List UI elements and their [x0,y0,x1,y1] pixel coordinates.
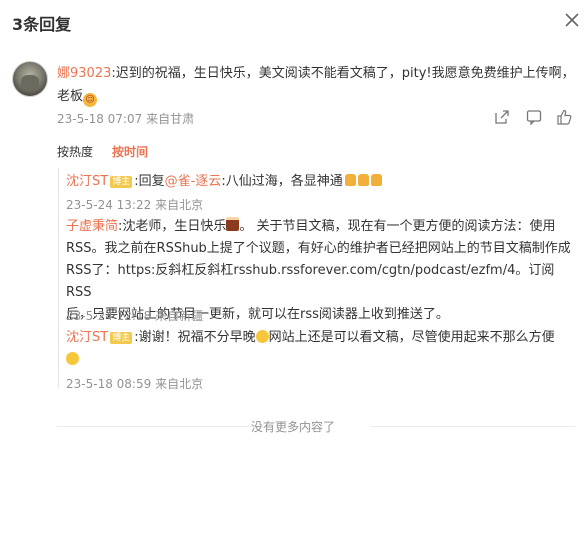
comment-icon[interactable] [526,109,542,125]
reply-1-meta: 23-5-24 13:22 来自北京 [66,196,203,213]
cake-icon [226,217,240,231]
smile-icon [255,330,269,343]
dialog-title: 3条回复 [12,15,72,34]
reply-2-text-1: :沈老师，生日快乐 [118,219,227,234]
reply-1-text: :八仙过海，各显神通 [221,174,343,189]
reply-3-time: 23-5-18 08:59 [66,377,152,391]
reply-2-username[interactable]: 子虚秉简 [66,219,118,234]
reply-2-text-2: 。 关于节目文稿，现在有一个更方便的阅读方法：使用 [239,219,556,234]
like-icon[interactable] [556,109,572,125]
reply-3: 沈汀ST 博主:谢谢！祝福不分早晚 网站上还是可以看文稿，尽管使用起来不那么方便 [66,327,571,371]
reply-1-location: 来自北京 [155,198,204,212]
reply-2-line-3: RSS了：https:反斜杠反斜杠rsshub.rssforever.com/c… [66,263,555,300]
reply-2-location: 来自新疆 [155,309,204,323]
reply-1-username[interactable]: 沈汀ST [66,174,108,189]
reply-3-meta: 23-5-18 08:59 来自北京 [66,375,203,392]
comment-location: 来自甘肃 [146,112,195,126]
reply-2-time: 23-5-24 12:18 [66,309,152,323]
reply-3-text-1: :谢谢！祝福不分早晚 [134,330,256,345]
sort-by-hot-tab[interactable]: 按热度 [57,143,93,160]
comment-time: 23-5-18 07:07 [57,112,143,126]
reply-1-prefix: :回复 [134,174,165,189]
emoji-icon: ☺ [83,93,98,107]
comment-body: 娜93023:迟到的祝福，生日快乐，美文阅读不能看文稿了，pity!我愿意免费维… [57,62,577,108]
reply-1-mention[interactable]: @雀-逐云 [165,174,222,189]
comment-meta: 23-5-18 07:07 来自甘肃 [57,110,194,127]
blogger-badge: 博主 [110,332,133,344]
thumbs-up-icon [357,174,369,186]
comment-username[interactable]: 娜93023 [57,66,111,81]
reply-1: 沈汀ST 博主:回复@雀-逐云:八仙过海，各显神通 [66,171,571,193]
reply-1-time: 23-5-24 13:22 [66,198,152,212]
reply-3-username[interactable]: 沈汀ST [66,330,108,345]
reply-2-meta: 23-5-24 12:18 来自新疆 [66,307,203,324]
share-icon[interactable] [494,109,510,125]
divider [370,426,575,427]
reply-3-location: 来自北京 [155,377,204,391]
comment-actions [490,109,580,127]
close-icon[interactable] [562,10,582,30]
comment-text-2: 老板 [57,89,84,104]
laugh-icon [66,352,79,365]
reply-2-line-2: RSS。我之前在RSShub上提了个议题，有好心的维护者已经把网站上的节目文稿制… [66,241,571,256]
avatar[interactable] [12,61,48,97]
thumbs-up-icon [344,174,356,186]
comment-text-1: :迟到的祝福，生日快乐，美文阅读不能看文稿了，pity!我愿意免费维护上传啊， [111,66,575,81]
blogger-badge: 博主 [110,176,133,188]
sort-by-time-tab[interactable]: 按时间 [112,143,148,160]
thumbs-up-icon [370,174,382,186]
reply-3-text-2: 网站上还是可以看文稿，尽管使用起来不那么方便 [268,330,555,345]
